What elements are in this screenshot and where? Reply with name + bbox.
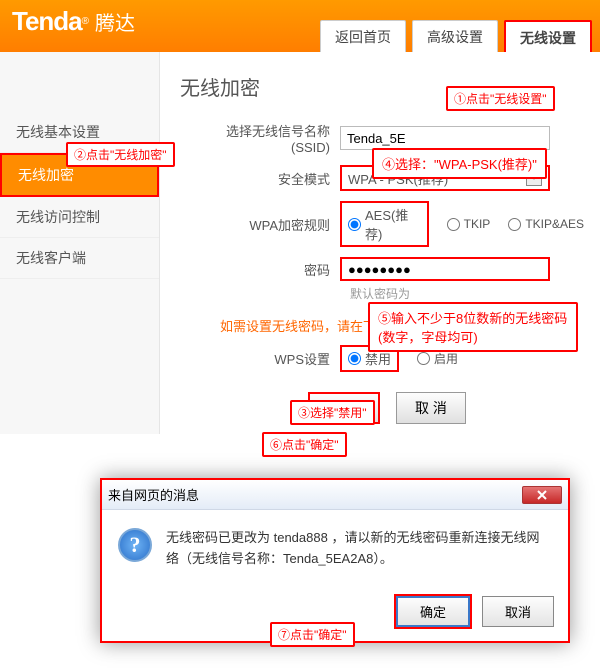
radio-aes-box: AES(推荐) <box>340 201 429 247</box>
top-nav: 返回首页 高级设置 无线设置 <box>320 20 592 52</box>
pwd-label: 密码 <box>190 260 340 279</box>
close-icon <box>537 490 547 500</box>
confirm-dialog: 来自网页的消息 ? 无线密码已更改为 tenda888 ，请以新的无线密码重新连… <box>100 478 570 643</box>
dialog-title: 来自网页的消息 <box>108 485 199 504</box>
brand-cn: 腾达 <box>95 7 135 36</box>
annotation-6: ⑥点击"确定" <box>262 432 347 457</box>
annotation-7: ⑦点击"确定" <box>270 622 355 647</box>
form-buttons: 确 定 取 消 <box>190 392 584 424</box>
mode-label: 安全模式 <box>190 169 340 188</box>
radio-aes-label: AES(推荐) <box>365 205 421 243</box>
tab-advanced[interactable]: 高级设置 <box>412 20 498 52</box>
app-header: Tenda ® 腾达 返回首页 高级设置 无线设置 <box>0 0 600 52</box>
question-icon: ? <box>118 528 152 562</box>
annotation-4: ④选择："WPA-PSK(推荐)" <box>372 148 547 179</box>
radio-wps-enable[interactable] <box>417 352 430 365</box>
sidebar: 无线基本设置 无线加密 无线访问控制 无线客户端 <box>0 52 160 434</box>
dialog-cancel-button[interactable]: 取消 <box>482 596 554 627</box>
dialog-message: 无线密码已更改为 tenda888 ，请以新的无线密码重新连接无线网络（无线信号… <box>166 528 552 570</box>
annotation-1: ①点击"无线设置" <box>446 86 555 111</box>
dialog-titlebar[interactable]: 来自网页的消息 <box>102 480 568 510</box>
radio-tkip-label: TKIP <box>464 217 491 231</box>
dialog-ok-button[interactable]: 确定 <box>396 596 470 627</box>
pwd-hint: 默认密码为 <box>350 285 584 302</box>
annotation-3: ③选择"禁用" <box>290 400 375 425</box>
cancel-button[interactable]: 取 消 <box>396 392 466 424</box>
sidebar-item-access[interactable]: 无线访问控制 <box>0 197 159 238</box>
radio-aes[interactable] <box>348 218 361 231</box>
radio-both-label: TKIP&AES <box>525 217 584 231</box>
tab-wireless[interactable]: 无线设置 <box>504 20 592 52</box>
dialog-close-button[interactable] <box>522 486 562 504</box>
registered-icon: ® <box>82 16 89 27</box>
radio-tkip[interactable] <box>447 218 460 231</box>
brand-name: Tenda <box>12 6 82 37</box>
annotation-2: ②点击"无线加密" <box>66 142 175 167</box>
rule-label: WPA加密规则 <box>190 215 340 234</box>
tab-home[interactable]: 返回首页 <box>320 20 406 52</box>
ssid-label: 选择无线信号名称(SSID) <box>190 121 340 155</box>
ssid-input[interactable] <box>340 126 550 150</box>
annotation-5: ⑤输入不少于8位数新的无线密码(数字，字母均可) <box>368 302 578 352</box>
wps-label: WPS设置 <box>190 349 340 368</box>
password-input[interactable] <box>340 257 550 281</box>
radio-both[interactable] <box>508 218 521 231</box>
radio-wps-enable-label: 启用 <box>434 350 458 367</box>
sidebar-item-clients[interactable]: 无线客户端 <box>0 238 159 279</box>
radio-wps-disable[interactable] <box>348 352 361 365</box>
